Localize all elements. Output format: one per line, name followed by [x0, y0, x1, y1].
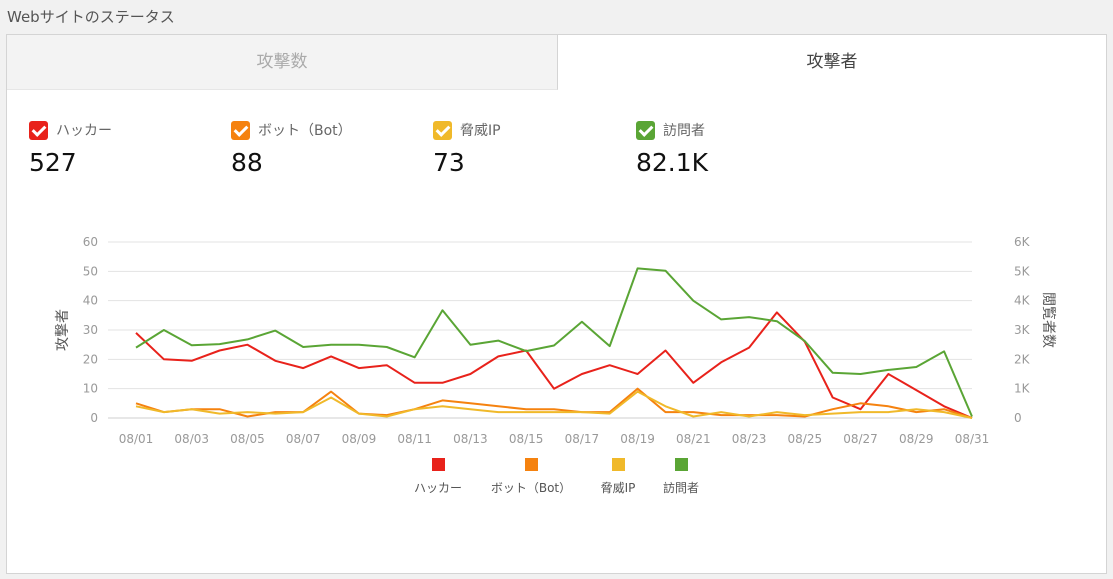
- x-tick-label: 08/27: [843, 432, 878, 446]
- y2-tick-label: 2K: [1014, 352, 1031, 366]
- x-tick-label: 08/19: [620, 432, 655, 446]
- attackers-line-chart: 0 0 10 1K 20 2K 30 3K 40 4K 50 5K 60 6K 08/01 08/03 08/0…: [55, 235, 1057, 495]
- x-tick-label: 08/25: [788, 432, 823, 446]
- x-tick-label: 08/01: [119, 432, 154, 446]
- x-tick-label: 08/15: [509, 432, 544, 446]
- y2-axis-title: 閲覧者数: [1040, 292, 1057, 348]
- y-tick-label: 60: [83, 235, 98, 249]
- y2-tick-label: 0: [1014, 411, 1022, 425]
- legend-label: 脅威IP: [601, 480, 636, 495]
- y2-tick-label: 4K: [1014, 294, 1031, 308]
- y-tick-label: 10: [83, 382, 98, 396]
- x-tick-label: 08/07: [286, 432, 321, 446]
- series-line-0: [135, 311, 973, 419]
- x-tick-label: 08/09: [342, 432, 377, 446]
- y2-tick-label: 5K: [1014, 264, 1031, 278]
- y-axis-title: 攻撃者: [55, 309, 71, 351]
- legend-label: 訪問者: [663, 480, 699, 495]
- y-tick-label: 0: [90, 411, 98, 425]
- y2-tick-label: 1K: [1014, 382, 1031, 396]
- x-tick-label: 08/29: [899, 432, 934, 446]
- x-tick-label: 08/17: [565, 432, 600, 446]
- y2-tick-label: 6K: [1014, 235, 1031, 249]
- x-tick-label: 08/05: [230, 432, 265, 446]
- x-tick-label: 08/23: [732, 432, 767, 446]
- legend-label: ハッカー: [414, 481, 462, 495]
- x-tick-label: 08/21: [676, 432, 711, 446]
- series-line-3: [135, 267, 973, 417]
- legend-swatch: [525, 458, 538, 471]
- y-tick-label: 20: [83, 352, 98, 366]
- x-tick-label: 08/31: [955, 432, 990, 446]
- y-tick-label: 30: [83, 323, 98, 337]
- x-tick-label: 08/11: [397, 432, 432, 446]
- legend-swatch: [612, 458, 625, 471]
- y-tick-label: 40: [83, 294, 98, 308]
- x-tick-label: 08/13: [453, 432, 488, 446]
- y2-tick-label: 3K: [1014, 323, 1031, 337]
- y-tick-label: 50: [83, 264, 98, 278]
- legend-swatch: [432, 458, 445, 471]
- x-tick-label: 08/03: [174, 432, 209, 446]
- legend-swatch: [675, 458, 688, 471]
- legend-label: ボット（Bot）: [491, 481, 571, 495]
